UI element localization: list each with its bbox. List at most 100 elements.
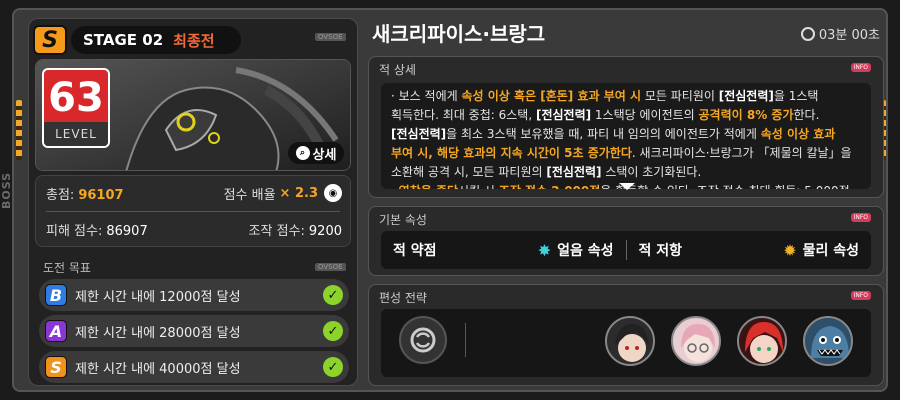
description-text: 획득한다. 최대 중첩: 6스택, [391, 108, 536, 122]
time-limit-value: 03분 00초 [818, 28, 880, 43]
physical-attribute-icon: ✹ [783, 240, 797, 260]
description-text: 을 획득할 수 있다. 조작 점수 최대 획득: 5,000점 [600, 184, 849, 189]
search-icon: ⌕ [295, 146, 310, 160]
strategy-title: 편성 전략 [379, 291, 427, 305]
description-text: 속성 이상 효과 [760, 127, 836, 141]
grade-s-icon: S [45, 356, 67, 378]
goal-item-s: S 제한 시간 내에 40000점 달성 ✓ [39, 351, 349, 383]
enemy-detail-panel: 적 상세 INFO · 보스 적에게 속성 이상 혹은 [혼돈] 효과 부여 시… [368, 56, 884, 198]
description-text: 모든 파티원이 [641, 89, 719, 103]
grade-b-icon: B [45, 284, 67, 306]
description-text: 속성 이상 혹은 [혼돈] 효과 부여 시 [461, 89, 642, 103]
enemy-detail-title: 적 상세 [379, 63, 416, 77]
multiplier-info-icon[interactable]: ◉ [324, 184, 342, 202]
description-line: 획득한다. 최대 중첩: 6스택, [전심전력] 1스택당 에이전트의 공격력이… [391, 106, 861, 125]
description-line: 부여 시, 해당 효과의 지속 시간이 5초 증가한다. 새크리파이스·브랑그가… [391, 144, 861, 163]
boss-level-label: LEVEL [44, 122, 108, 146]
agent-red-hair-icon[interactable] [737, 316, 787, 366]
description-text: · 보스 적에게 [391, 89, 462, 103]
weakness-label: 적 약점 [393, 243, 437, 259]
damage-score-label: 피해 점수: [46, 223, 103, 239]
goal-item-b: B 제한 시간 내에 12000점 달성 ✓ [39, 279, 349, 311]
description-text: 을 최소 3스택 보유했을 때, 파티 내 임의의 에이전트가 적에게 [446, 127, 761, 141]
clock-icon [800, 26, 815, 41]
check-icon: ✓ [323, 321, 343, 341]
resistance-cell: 적 저항 ✹ 물리 속성 [627, 240, 872, 260]
stage-grade-badge: S [33, 25, 67, 55]
description-text: . 새크리파이스·브랑그가 「제물의 칼날」을 [631, 146, 852, 160]
description-text: [전심전력] [535, 108, 592, 122]
team-row [381, 309, 871, 377]
agent-dark-hair-icon[interactable] [605, 316, 655, 366]
enemy-detail-description[interactable]: · 보스 적에게 속성 이상 혹은 [혼돈] 효과 부여 시 모든 파티원이 [… [381, 83, 871, 189]
check-icon: ✓ [323, 285, 343, 305]
goal-text: 제한 시간 내에 12000점 달성 [75, 289, 241, 305]
total-score-label: 총점: [46, 187, 75, 203]
boss-level-number: 63 [48, 75, 104, 121]
team-divider [465, 323, 466, 357]
control-score-value: 9200 [308, 223, 342, 239]
description-text: [전심전력] [546, 165, 602, 179]
agent-pink-hair-icon[interactable] [671, 316, 721, 366]
attributes-title: 기본 속성 [379, 213, 427, 227]
control-score-label: 조작 점수: [248, 223, 305, 239]
boss-detail-label: 상세 [312, 147, 337, 163]
stage-label: STAGE 02 [83, 31, 164, 49]
description-line: [전심전력]을 최소 3스택 보유했을 때, 파티 내 임의의 에이전트가 적에… [391, 125, 861, 144]
resistance-label: 적 저항 [638, 243, 683, 259]
goal-text: 제한 시간 내에 40000점 달성 [75, 361, 241, 377]
description-text: 스택이 초기화된다. [601, 165, 702, 179]
stage-sub-label: 최종전 [173, 31, 215, 50]
multiplier-label: 점수 배율 [223, 187, 276, 203]
attributes-panel: 기본 속성 INFO 적 약점 ✸ 얼음 속성 적 저항 ✹ 물리 속성 [368, 206, 884, 276]
team-swap-button[interactable] [399, 316, 447, 364]
description-text: 영창을 중단 [399, 184, 458, 189]
description-line: · 보스 적에게 속성 이상 혹은 [혼돈] 효과 부여 시 모든 파티원이 [… [391, 87, 861, 106]
description-text: 조작 점수 2,000점 [499, 184, 601, 189]
info-tag: INFO [850, 291, 871, 300]
total-score-value: 96107 [78, 187, 124, 203]
boss-level-badge: 63 LEVEL [42, 68, 110, 148]
left-rail-decoration [16, 100, 22, 160]
side-label: BOSS [0, 171, 13, 209]
description-text: 을 1스택 [773, 89, 819, 103]
check-icon: ✓ [323, 357, 343, 377]
resistance-value: 물리 속성 [802, 243, 859, 259]
description-line: 소환해 공격 시, 모든 파티원의 [전심전력] 스택이 초기화된다. [391, 163, 861, 182]
info-tag: INFO [850, 213, 871, 222]
description-text: [전심전력] [391, 127, 447, 141]
strategy-panel: 편성 전략 INFO [368, 284, 884, 386]
stage-tag: OVSOE [315, 33, 346, 41]
boss-detail-button[interactable]: ⌕ 상세 [288, 142, 344, 164]
description-text: 한다. [793, 108, 820, 122]
swap-icon [410, 327, 436, 353]
description-text: · [391, 184, 399, 189]
scroll-down-icon[interactable] [619, 183, 635, 190]
damage-score-value: 86907 [106, 223, 148, 239]
boss-portrait: 63 LEVEL ⌕ 상세 [35, 59, 351, 171]
boss-name-title: 새크리파이스·브랑그 [372, 22, 546, 46]
description-text: [전심전력] [718, 89, 774, 103]
grade-a-icon: A [45, 320, 67, 342]
score-row-details: 피해 점수: 86907 조작 점수: 9200 [46, 218, 342, 240]
weakness-cell: 적 약점 ✸ 얼음 속성 [381, 240, 626, 260]
time-limit: 03분 00초 [800, 24, 880, 43]
weakness-value: 얼음 속성 [557, 243, 614, 259]
info-tag: INFO [850, 63, 871, 72]
goal-text: 제한 시간 내에 28000점 달성 [75, 325, 241, 341]
description-text: 공격력이 8% 증가 [698, 108, 794, 122]
goal-item-a: A 제한 시간 내에 28000점 달성 ✓ [39, 315, 349, 347]
goals-title: 도전 목표 [43, 261, 91, 275]
ice-attribute-icon: ✸ [537, 240, 552, 260]
score-divider [46, 211, 340, 212]
description-text: 부여 시, 해당 효과의 지속 시간이 5초 증가한다 [391, 146, 632, 160]
attributes-row: 적 약점 ✸ 얼음 속성 적 저항 ✹ 물리 속성 [381, 231, 871, 269]
description-text: 1스택당 에이전트의 [591, 108, 699, 122]
agent-shark-icon[interactable] [803, 316, 853, 366]
multiplier-value: × 2.3 [279, 185, 318, 201]
stage-pill: STAGE 02 최종전 [71, 26, 241, 54]
score-panel: 총점: 96107 점수 배율 × 2.3 ◉ 피해 점수: 86907 조작 점수: 9… [35, 175, 351, 247]
description-text: 소환해 공격 시, 모든 파티원의 [391, 165, 547, 179]
description-text: 시킬 시 [458, 184, 499, 189]
goals-tag: OVSOE [315, 263, 346, 271]
